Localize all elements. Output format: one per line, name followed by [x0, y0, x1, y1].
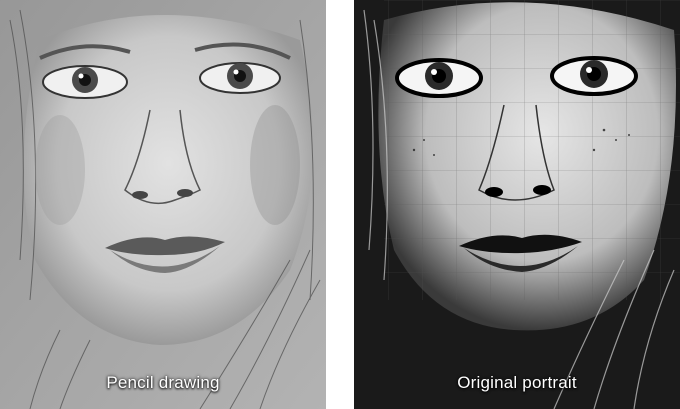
pencil-drawing-image	[0, 0, 326, 409]
pencil-drawing-panel: Pencil drawing	[0, 0, 326, 409]
panel-divider	[326, 0, 354, 409]
original-portrait-panel: Original portrait	[354, 0, 680, 409]
original-portrait-image	[354, 0, 680, 409]
